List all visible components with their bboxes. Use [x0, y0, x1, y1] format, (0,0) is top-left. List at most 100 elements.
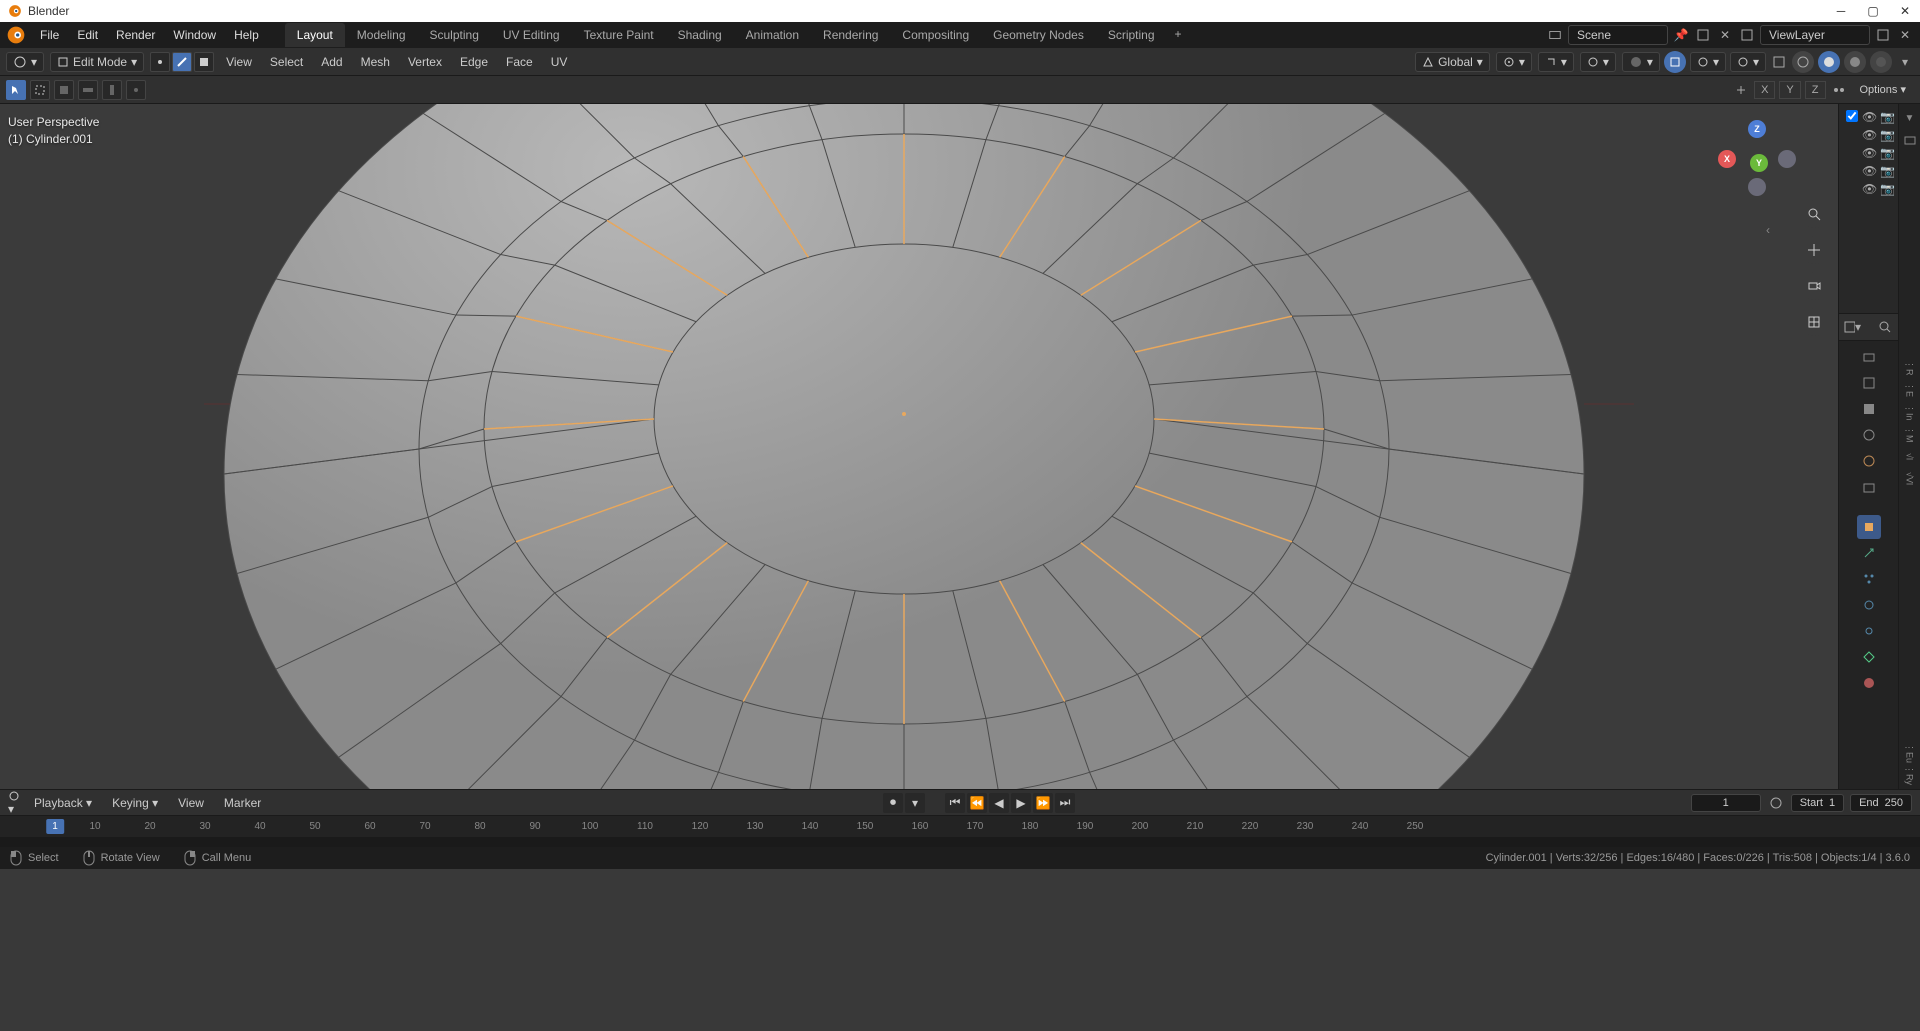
navigation-gizmo[interactable]: Z X Y: [1712, 114, 1792, 194]
prop-tab-object[interactable]: [1857, 515, 1881, 539]
tab-geometrynodes[interactable]: Geometry Nodes: [981, 23, 1096, 47]
vp-menu-edge[interactable]: Edge: [454, 53, 494, 71]
delete-viewlayer-icon[interactable]: ✕: [1896, 26, 1914, 44]
menu-render[interactable]: Render: [108, 25, 163, 45]
face-select-mode[interactable]: [194, 52, 214, 72]
mesh-edit-mode-dropdown[interactable]: ▾: [1622, 52, 1660, 72]
tl-menu-marker[interactable]: Marker: [218, 794, 267, 812]
vp-menu-select[interactable]: Select: [264, 53, 309, 71]
prop-tab-particles[interactable]: [1857, 567, 1881, 591]
camera-view-icon[interactable]: [1800, 272, 1828, 300]
vertex-select-mode[interactable]: [150, 52, 170, 72]
mirror-x[interactable]: X: [1754, 81, 1775, 99]
mirror-y[interactable]: Y: [1779, 81, 1800, 99]
timeline-editor-dropdown[interactable]: ▾: [8, 790, 20, 816]
maximize-button[interactable]: ▢: [1866, 4, 1880, 18]
tab-sculpting[interactable]: Sculpting: [418, 23, 491, 47]
n-tab-item[interactable]: ⋮R: [1902, 360, 1918, 376]
proportional-edit-dropdown[interactable]: ▾: [1580, 52, 1616, 72]
prop-tab-scene[interactable]: [1857, 423, 1881, 447]
menu-edit[interactable]: Edit: [69, 25, 106, 45]
pivot-dropdown[interactable]: ▾: [1496, 52, 1532, 72]
axis-y[interactable]: Y: [1750, 154, 1768, 172]
delete-scene-icon[interactable]: ✕: [1716, 26, 1734, 44]
mirror-icon[interactable]: [1732, 81, 1750, 99]
tab-shading[interactable]: Shading: [666, 23, 734, 47]
prop-tab-render[interactable]: [1857, 345, 1881, 369]
orientation-dropdown[interactable]: Global▾: [1415, 52, 1490, 72]
play-button[interactable]: ▶: [1011, 793, 1031, 813]
select-visibility-button[interactable]: [1664, 51, 1686, 73]
playhead[interactable]: 1: [46, 819, 64, 834]
jump-end-button[interactable]: ⏭: [1055, 793, 1075, 813]
new-viewlayer-icon[interactable]: [1874, 26, 1892, 44]
select-lasso-tool[interactable]: [78, 80, 98, 100]
prop-tab-collection[interactable]: [1857, 475, 1881, 499]
visibility-icon[interactable]: 👁: [1862, 164, 1876, 178]
tab-modeling[interactable]: Modeling: [345, 23, 418, 47]
tab-layout[interactable]: Layout: [285, 23, 345, 47]
gizmo-dropdown[interactable]: ▾: [1690, 52, 1726, 72]
viewlayer-name-field[interactable]: [1760, 25, 1870, 45]
tab-rendering[interactable]: Rendering: [811, 23, 890, 47]
start-frame-field[interactable]: Start1: [1791, 794, 1844, 812]
prop-tab-material[interactable]: [1857, 671, 1881, 695]
axis-neg-z[interactable]: [1748, 178, 1766, 196]
vp-menu-mesh[interactable]: Mesh: [355, 53, 396, 71]
prop-tab-constraints[interactable]: [1857, 619, 1881, 643]
add-workspace-button[interactable]: +: [1167, 23, 1190, 47]
current-frame-field[interactable]: 1: [1691, 794, 1761, 812]
blender-icon[interactable]: [6, 25, 26, 45]
prop-tab-world[interactable]: [1857, 449, 1881, 473]
menu-window[interactable]: Window: [165, 25, 224, 45]
search-icon[interactable]: [1876, 318, 1894, 336]
sidebar-collapse-arrow[interactable]: ‹: [1766, 218, 1778, 242]
select-tweak-tool[interactable]: [126, 80, 146, 100]
rendered-shading-button[interactable]: [1870, 51, 1892, 73]
vp-menu-vertex[interactable]: Vertex: [402, 53, 448, 71]
vp-menu-uv[interactable]: UV: [545, 53, 574, 71]
tab-scripting[interactable]: Scripting: [1096, 23, 1167, 47]
preview-range-icon[interactable]: [1767, 794, 1785, 812]
tl-menu-keying[interactable]: Keying ▾: [106, 794, 164, 812]
mirror-z[interactable]: Z: [1805, 81, 1826, 99]
prop-tab-output[interactable]: [1857, 371, 1881, 395]
render-visibility-icon[interactable]: 📷: [1880, 164, 1894, 178]
render-visibility-icon[interactable]: 📷: [1880, 182, 1894, 196]
automerge-icon[interactable]: [1830, 81, 1848, 99]
autokey-dropdown[interactable]: ▾: [905, 793, 925, 813]
prop-tab-modifiers[interactable]: [1857, 541, 1881, 565]
tab-uvediting[interactable]: UV Editing: [491, 23, 572, 47]
next-keyframe-button[interactable]: ⏩: [1033, 793, 1053, 813]
scene-name-field[interactable]: [1568, 25, 1668, 45]
minimize-button[interactable]: ─: [1834, 4, 1848, 18]
prop-tab-physics[interactable]: [1857, 593, 1881, 617]
new-collection-icon[interactable]: [1902, 132, 1918, 148]
n-tab-in[interactable]: ⋮In: [1902, 404, 1918, 420]
render-visibility-icon[interactable]: 📷: [1880, 146, 1894, 160]
filter-icon[interactable]: ▼: [1902, 110, 1918, 126]
tl-menu-playback[interactable]: Playback ▾: [28, 794, 98, 812]
editor-type-dropdown[interactable]: ▾: [6, 52, 44, 72]
tab-texturepaint[interactable]: Texture Paint: [572, 23, 666, 47]
visibility-icon[interactable]: 👁: [1862, 110, 1876, 124]
pin-icon[interactable]: 📌: [1672, 26, 1690, 44]
timeline-scrollbar[interactable]: [0, 837, 1920, 847]
axis-neg-x[interactable]: [1778, 150, 1796, 168]
select-circle-tool[interactable]: [102, 80, 122, 100]
n-tab-eu[interactable]: ⋮Eu: [1902, 745, 1918, 761]
wireframe-shading-button[interactable]: [1792, 51, 1814, 73]
menu-help[interactable]: Help: [226, 25, 267, 45]
tl-menu-view[interactable]: View: [172, 794, 210, 812]
jump-start-button[interactable]: ⏮: [945, 793, 965, 813]
close-button[interactable]: ✕: [1898, 4, 1912, 18]
visibility-icon[interactable]: 👁: [1862, 146, 1876, 160]
n-tab-ry[interactable]: ⋮Ry: [1902, 767, 1918, 783]
vp-menu-face[interactable]: Face: [500, 53, 539, 71]
end-frame-field[interactable]: End250: [1850, 794, 1912, 812]
vp-menu-view[interactable]: View: [220, 53, 258, 71]
new-scene-icon[interactable]: [1694, 26, 1712, 44]
overlay-dropdown[interactable]: ▾: [1730, 52, 1766, 72]
scene-browse-icon[interactable]: [1546, 26, 1564, 44]
zoom-icon[interactable]: [1800, 200, 1828, 228]
